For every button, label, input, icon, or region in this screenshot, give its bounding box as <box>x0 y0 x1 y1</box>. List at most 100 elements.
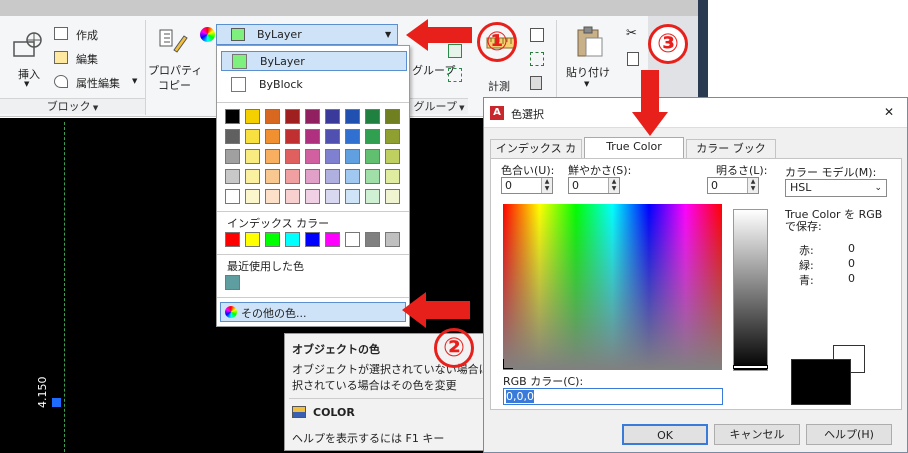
rgb-color-value: 0,0,0 <box>506 390 534 403</box>
luminance-slider[interactable] <box>733 209 768 371</box>
palette-swatch[interactable] <box>365 129 380 144</box>
palette-swatch[interactable] <box>285 149 300 164</box>
attr-edit-label: 属性編集 <box>76 77 120 90</box>
color-model-select[interactable]: HSL ⌄ <box>785 179 887 197</box>
tooltip-command: COLOR <box>313 406 355 419</box>
palette-swatch[interactable] <box>325 149 340 164</box>
dropdown-item-bylayer[interactable]: ByLayer <box>221 51 407 71</box>
palette-swatch[interactable] <box>385 149 400 164</box>
cut-icon: ✂ <box>626 26 637 41</box>
palette-swatch[interactable] <box>325 169 340 184</box>
palette-swatch[interactable] <box>285 109 300 124</box>
palette-swatch[interactable] <box>285 129 300 144</box>
index-color-swatch[interactable] <box>265 232 280 247</box>
palette-swatch[interactable] <box>305 129 320 144</box>
more-colors-item[interactable]: その他の色... <box>220 302 406 322</box>
properties-label-2: コピー <box>158 79 191 92</box>
ok-button[interactable]: OK <box>622 424 708 445</box>
edit-block-button[interactable]: 編集 <box>54 50 144 68</box>
chevron-down-icon: ▼ <box>132 77 138 85</box>
index-color-swatch[interactable] <box>225 232 240 247</box>
index-color-swatch[interactable] <box>245 232 260 247</box>
palette-swatch[interactable] <box>245 169 260 184</box>
palette-swatch[interactable] <box>385 109 400 124</box>
palette-swatch[interactable] <box>245 149 260 164</box>
palette-swatch[interactable] <box>305 189 320 204</box>
tab-true-color[interactable]: True Color <box>584 137 684 159</box>
palette-swatch[interactable] <box>265 169 280 184</box>
more-colors-label: その他の色... <box>241 307 307 320</box>
palette-swatch[interactable] <box>225 109 240 124</box>
palette-swatch[interactable] <box>305 109 320 124</box>
palette-swatch[interactable] <box>325 129 340 144</box>
group-panel-label[interactable]: グループ ▼ <box>410 98 468 114</box>
index-color-swatch[interactable] <box>345 232 360 247</box>
paste-button[interactable]: 貼り付け ▼ <box>562 22 616 98</box>
palette-swatch[interactable] <box>305 149 320 164</box>
color-combo[interactable]: ByLayer ▼ <box>216 24 398 45</box>
palette-swatch[interactable] <box>225 149 240 164</box>
palette-swatch[interactable] <box>225 169 240 184</box>
tab-index-color[interactable]: インデックス カラー <box>490 139 582 173</box>
palette-swatch[interactable] <box>345 129 360 144</box>
palette-swatch[interactable] <box>285 169 300 184</box>
index-color-swatch[interactable] <box>305 232 320 247</box>
palette-swatch[interactable] <box>225 189 240 204</box>
hue-spinner[interactable]: 0 ▲ ▼ <box>501 177 553 194</box>
bylayer-swatch <box>232 54 247 69</box>
index-color-swatch[interactable] <box>285 232 300 247</box>
palette-swatch[interactable] <box>245 129 260 144</box>
dropdown-item-byblock[interactable]: ByBlock <box>221 75 407 95</box>
tab-color-book[interactable]: カラー ブック <box>686 139 776 158</box>
palette-swatch[interactable] <box>345 149 360 164</box>
blue-label: 青: <box>799 274 814 287</box>
palette-swatch[interactable] <box>365 109 380 124</box>
palette-swatch[interactable] <box>265 149 280 164</box>
grip-marker[interactable] <box>52 398 61 407</box>
hue-saturation-field[interactable] <box>503 204 722 370</box>
index-color-swatch[interactable] <box>365 232 380 247</box>
palette-swatch[interactable] <box>245 109 260 124</box>
palette-swatch[interactable] <box>265 109 280 124</box>
rgb-color-label: RGB カラー(C): <box>503 375 584 388</box>
selected-color-label: ByLayer <box>257 28 302 41</box>
select-icon <box>530 52 544 66</box>
palette-swatch[interactable] <box>345 189 360 204</box>
color-palette <box>225 109 405 209</box>
index-color-swatch[interactable] <box>325 232 340 247</box>
insert-button[interactable]: 挿入 ▼ <box>10 26 46 88</box>
palette-swatch[interactable] <box>305 169 320 184</box>
palette-swatch[interactable] <box>225 129 240 144</box>
rgb-color-input[interactable]: 0,0,0 <box>503 388 723 405</box>
luminance-value: 0 <box>711 179 718 192</box>
index-color-swatch[interactable] <box>385 232 400 247</box>
tooltip-desc-1: オブジェクトが選択されていない場合は現 <box>292 363 501 376</box>
palette-swatch[interactable] <box>285 189 300 204</box>
palette-swatch[interactable] <box>265 189 280 204</box>
recent-color-swatch[interactable] <box>225 275 240 290</box>
palette-swatch[interactable] <box>325 189 340 204</box>
luminance-label: 明るさ(L): <box>716 164 768 177</box>
palette-swatch[interactable] <box>385 129 400 144</box>
palette-swatch[interactable] <box>385 169 400 184</box>
luminance-spinner[interactable]: 0 ▲ ▼ <box>707 177 759 194</box>
palette-swatch[interactable] <box>325 109 340 124</box>
saturation-spinner[interactable]: 0 ▲ ▼ <box>568 177 620 194</box>
palette-swatch[interactable] <box>345 109 360 124</box>
palette-swatch[interactable] <box>365 189 380 204</box>
palette-swatch[interactable] <box>345 169 360 184</box>
help-button[interactable]: ヘルプ(H) <box>806 424 892 445</box>
slider-handle[interactable] <box>733 365 768 369</box>
palette-swatch[interactable] <box>365 149 380 164</box>
index-color-row <box>225 232 405 248</box>
palette-swatch[interactable] <box>245 189 260 204</box>
match-properties-button[interactable]: プロパティ コピー <box>148 22 202 98</box>
palette-swatch[interactable] <box>265 129 280 144</box>
attr-edit-button[interactable]: 属性編集 ▼ <box>54 74 144 92</box>
palette-swatch[interactable] <box>365 169 380 184</box>
cancel-button[interactable]: キャンセル <box>714 424 800 445</box>
create-block-button[interactable]: 作成 <box>54 26 144 44</box>
block-panel-label[interactable]: ブロック ▼ <box>0 98 145 114</box>
close-icon[interactable]: ✕ <box>884 105 894 119</box>
palette-swatch[interactable] <box>385 189 400 204</box>
